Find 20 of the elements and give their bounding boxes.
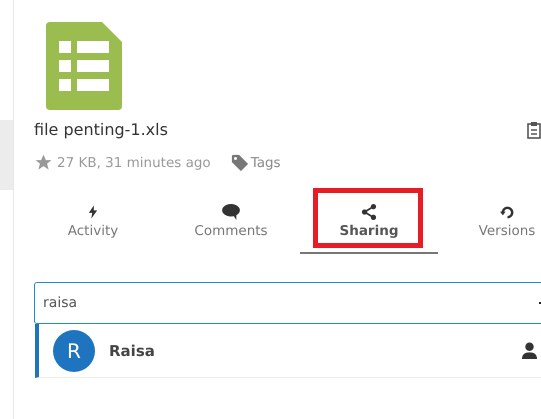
user-name: Raisa: [109, 342, 156, 360]
tab[interactable]: Activity: [24, 192, 162, 254]
file-size-date: 27 KB, 31 minutes ago: [57, 154, 211, 170]
share-icon: [361, 204, 377, 220]
share-search-field[interactable]: raisa: [34, 282, 541, 324]
file-name: file penting-1.xls: [34, 120, 169, 139]
suggestion-item[interactable]: R Raisa: [35, 324, 541, 378]
person-icon: [522, 342, 537, 359]
tag-icon: [230, 154, 249, 172]
star-icon[interactable]: [34, 153, 53, 172]
history-icon: [500, 204, 514, 220]
avatar: R: [53, 330, 95, 372]
spreadsheet-file-icon: [46, 22, 122, 110]
clipboard-icon[interactable]: [527, 120, 541, 138]
tab[interactable]: Comments: [162, 192, 300, 254]
tab[interactable]: Versions: [438, 192, 541, 254]
tags-link[interactable]: Tags: [250, 154, 281, 170]
tab[interactable]: Sharing: [300, 192, 438, 254]
lightning-icon: [88, 205, 98, 219]
speech-bubble-icon: [221, 204, 241, 220]
